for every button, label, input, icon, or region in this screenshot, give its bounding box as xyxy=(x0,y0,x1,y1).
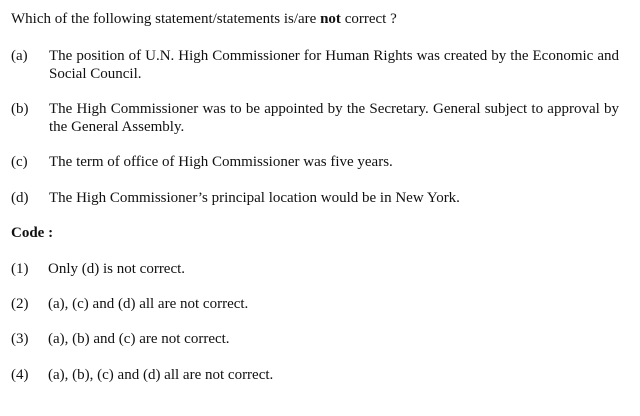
statement-text: The High Commissioner was to be appointe… xyxy=(49,101,619,135)
statement-b: (b) The High Commissioner was to be appo… xyxy=(11,100,619,136)
question-emphasis: not xyxy=(320,11,341,27)
option-label: (3) xyxy=(11,331,29,347)
statement-label: (c) xyxy=(11,154,28,170)
option-text: (a), (c) and (d) all are not correct. xyxy=(48,296,249,312)
option-text: Only (d) is not correct. xyxy=(48,261,186,277)
option-label: (4) xyxy=(11,367,29,383)
statement-d: (d) The High Commissioner’s principal lo… xyxy=(11,189,619,207)
option-1: (1) Only (d) is not correct. xyxy=(11,260,185,278)
question-prefix: Which of the following statement/stateme… xyxy=(11,11,321,27)
statement-c: (c) The term of office of High Commissio… xyxy=(11,153,619,171)
question-text: Which of the following statement/stateme… xyxy=(11,10,397,28)
statement-text: The position of U.N. High Commissioner f… xyxy=(49,48,619,82)
option-label: (2) xyxy=(11,296,29,312)
question-suffix: correct ? xyxy=(340,11,397,27)
option-4: (4) (a), (b), (c) and (d) all are not co… xyxy=(11,366,273,384)
code-heading: Code : xyxy=(11,225,54,241)
option-2: (2) (a), (c) and (d) all are not correct… xyxy=(11,295,248,313)
statement-text: The term of office of High Commissioner … xyxy=(49,154,393,170)
statement-a: (a) The position of U.N. High Commission… xyxy=(11,47,619,83)
statement-label: (a) xyxy=(11,48,28,64)
option-text: (a), (b), (c) and (d) all are not correc… xyxy=(48,367,274,383)
statement-label: (b) xyxy=(11,101,29,117)
statement-label: (d) xyxy=(11,190,29,206)
option-label: (1) xyxy=(11,261,29,277)
statement-text: The High Commissioner’s principal locati… xyxy=(49,190,460,206)
option-3: (3) (a), (b) and (c) are not correct. xyxy=(11,330,230,348)
option-text: (a), (b) and (c) are not correct. xyxy=(48,331,230,347)
